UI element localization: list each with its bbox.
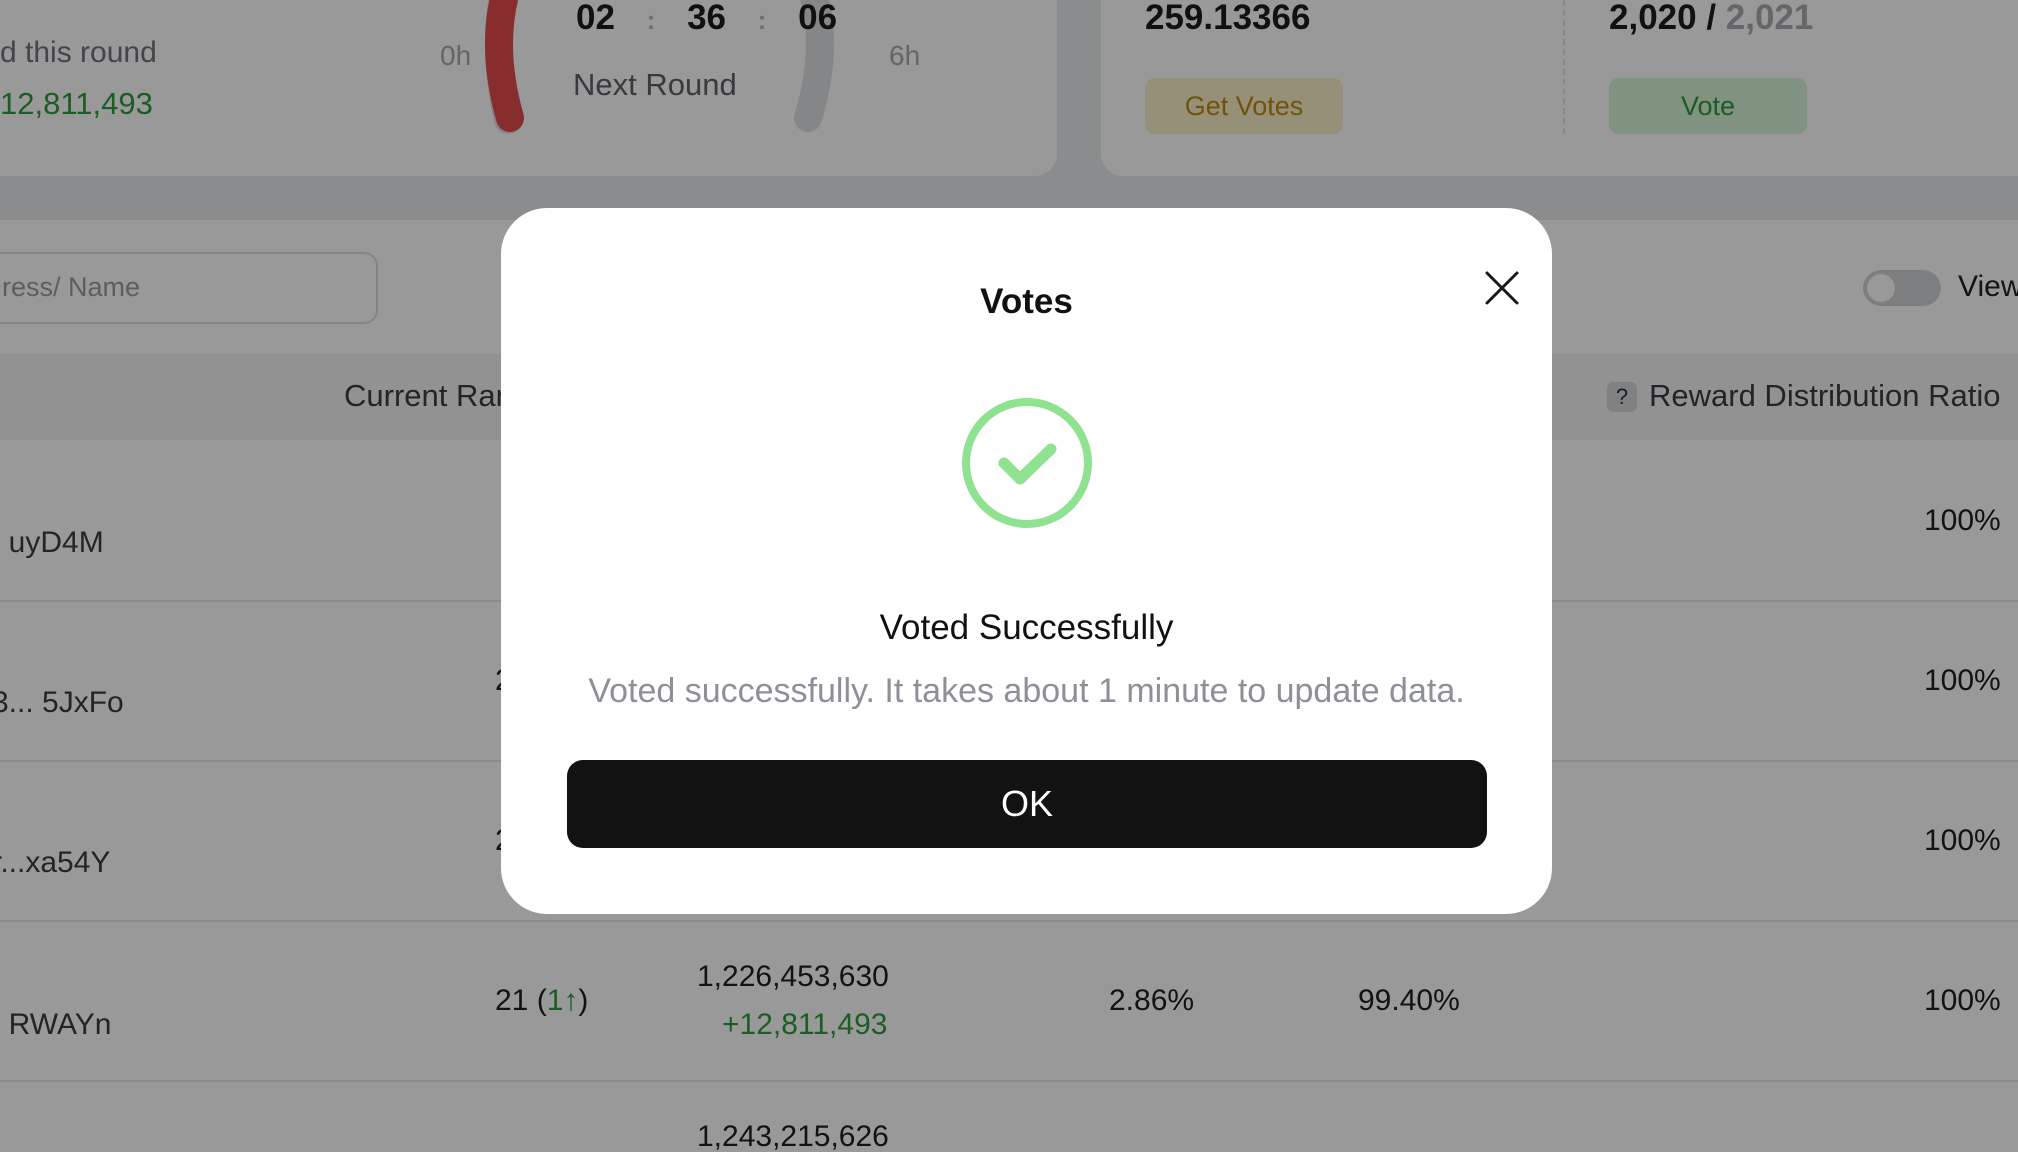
close-icon[interactable] [1478, 264, 1526, 312]
success-check-icon [960, 396, 1094, 530]
success-heading: Voted Successfully [879, 608, 1174, 647]
ok-button[interactable]: OK [567, 760, 1487, 848]
modal-title: Votes [980, 282, 1073, 321]
success-message: Voted successfully. It takes about 1 min… [588, 672, 1465, 710]
votes-modal: Votes Voted Successfully Voted successfu… [501, 208, 1552, 914]
